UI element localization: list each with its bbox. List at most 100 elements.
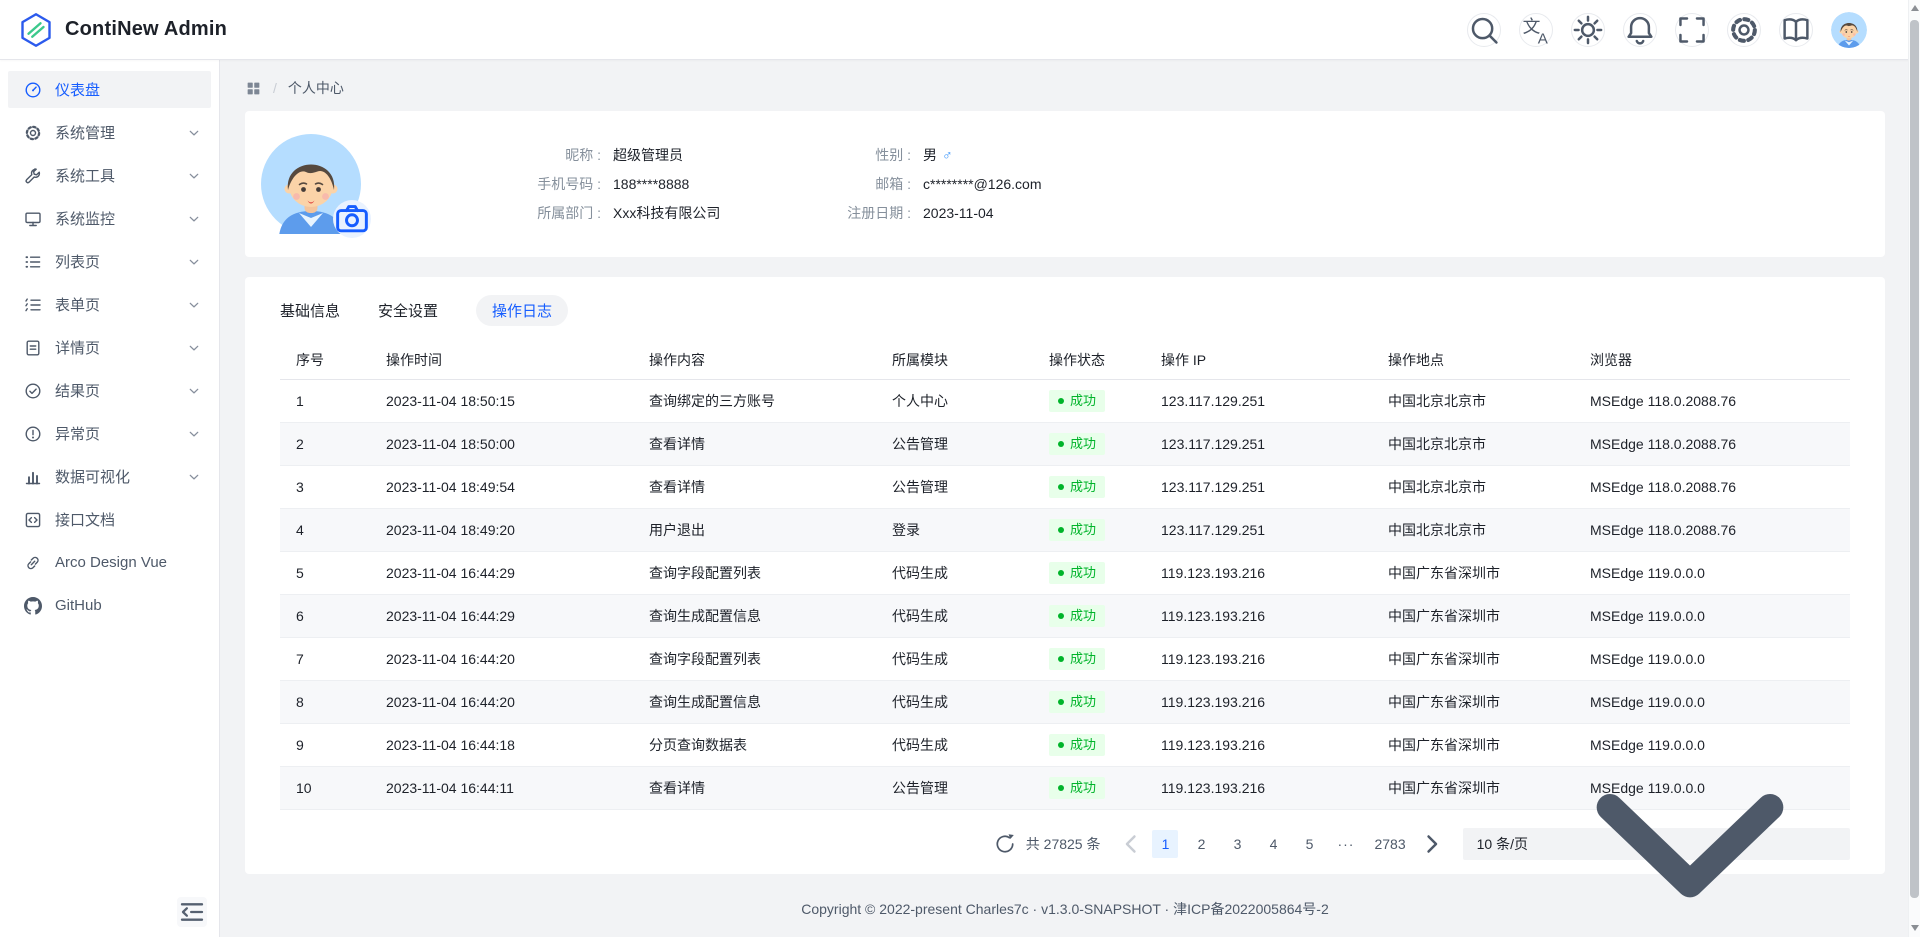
- status-dot-icon: [1058, 656, 1064, 662]
- sidebar-item-2[interactable]: 系统管理: [8, 114, 211, 151]
- sidebar-item-10[interactable]: 数据可视化: [8, 458, 211, 495]
- sidebar-collapse-button[interactable]: [177, 897, 207, 927]
- sidebar-item-11[interactable]: 接口文档: [8, 501, 211, 538]
- next-page-button[interactable]: [1419, 830, 1445, 858]
- sidebar-item-5[interactable]: 列表页: [8, 243, 211, 280]
- settings-icon[interactable]: [1727, 13, 1761, 47]
- sidebar-item-8[interactable]: 结果页: [8, 372, 211, 409]
- status-dot-icon: [1058, 484, 1064, 490]
- status-dot-icon: [1058, 785, 1064, 791]
- translate-icon[interactable]: 文A: [1519, 13, 1553, 47]
- pagination-ellipsis[interactable]: ···: [1332, 830, 1359, 858]
- status-badge: 成功: [1049, 648, 1105, 670]
- page-number-button[interactable]: 2: [1188, 830, 1214, 858]
- profile-info: 昵称 :超级管理员性别 :男♂手机号码 :188****8888邮箱 :c***…: [511, 145, 1042, 223]
- page-size-value: 10 条/页: [1477, 834, 1528, 854]
- page-number-button[interactable]: 5: [1296, 830, 1322, 858]
- status-badge: 成功: [1049, 562, 1105, 584]
- sidebar-item-1[interactable]: 仪表盘: [8, 71, 211, 108]
- table-row[interactable]: 6 2023-11-04 16:44:29 查询生成配置信息 代码生成 成功 1…: [280, 594, 1850, 637]
- footer-copyright: Copyright © 2022-present Charles7c · v1.…: [245, 881, 1885, 937]
- apps-grid-icon[interactable]: [245, 80, 262, 97]
- chevron-down-icon: [187, 298, 201, 312]
- table-row[interactable]: 7 2023-11-04 16:44:20 查询字段配置列表 代码生成 成功 1…: [280, 637, 1850, 680]
- column-header: 操作内容: [633, 341, 876, 379]
- wrench-icon: [24, 167, 42, 185]
- menu-fold-icon: [177, 897, 207, 927]
- breadcrumb: / 个人中心: [245, 73, 1885, 103]
- scrollbar-up-arrow[interactable]: [1911, 5, 1919, 11]
- result-icon: [24, 382, 42, 400]
- pagination: 共 27825 条 12345 ··· 2783 10 条/页: [280, 828, 1850, 860]
- fullscreen-icon[interactable]: [1675, 13, 1709, 47]
- breadcrumb-separator: /: [273, 80, 277, 96]
- profile-field-label: 性别 :: [815, 145, 911, 165]
- sidebar-menu: 仪表盘 系统管理 系统工具 系统监控 列表页 表单页 详情页 结果页 异常页 数…: [8, 71, 211, 624]
- status-badge: 成功: [1049, 734, 1105, 756]
- table-row[interactable]: 5 2023-11-04 16:44:29 查询字段配置列表 代码生成 成功 1…: [280, 551, 1850, 594]
- sidebar-item-6[interactable]: 表单页: [8, 286, 211, 323]
- app-window: ContiNew Admin 文A 仪表盘 系统管理 系统工具 系统监控 列表页: [0, 0, 1920, 937]
- page-number-button[interactable]: 2783: [1369, 830, 1410, 858]
- sidebar-item-3[interactable]: 系统工具: [8, 157, 211, 194]
- sidebar: 仪表盘 系统管理 系统工具 系统监控 列表页 表单页 详情页 结果页 异常页 数…: [0, 60, 220, 937]
- search-icon[interactable]: [1467, 13, 1501, 47]
- profile-avatar[interactable]: [261, 134, 361, 234]
- page-number-button[interactable]: 4: [1260, 830, 1286, 858]
- user-avatar[interactable]: [1831, 12, 1867, 48]
- status-dot-icon: [1058, 527, 1064, 533]
- scrollbar-thumb[interactable]: [1910, 20, 1919, 898]
- app-title: ContiNew Admin: [65, 18, 227, 41]
- dashboard-icon: [24, 81, 42, 99]
- notification-icon[interactable]: [1623, 13, 1657, 47]
- table-row[interactable]: 2 2023-11-04 18:50:00 查看详情 公告管理 成功 123.1…: [280, 422, 1850, 465]
- tab-2[interactable]: 安全设置: [378, 295, 438, 326]
- page-number-button-active[interactable]: 1: [1152, 830, 1178, 858]
- sidebar-item-12[interactable]: Arco Design Vue: [8, 544, 211, 581]
- profile-field-value: 超级管理员: [613, 145, 803, 165]
- sidebar-item-7[interactable]: 详情页: [8, 329, 211, 366]
- github-icon: [24, 597, 42, 615]
- sidebar-item-4[interactable]: 系统监控: [8, 200, 211, 237]
- page-size-select[interactable]: 10 条/页: [1463, 828, 1850, 860]
- pagination-pages: 12345 ··· 2783: [1152, 830, 1410, 858]
- brand[interactable]: ContiNew Admin: [18, 12, 227, 48]
- breadcrumb-current: 个人中心: [288, 78, 344, 98]
- status-dot-icon: [1058, 742, 1064, 748]
- status-badge: 成功: [1049, 519, 1105, 541]
- table-row[interactable]: 1 2023-11-04 18:50:15 查询绑定的三方账号 个人中心 成功 …: [280, 379, 1850, 422]
- status-dot-icon: [1058, 570, 1064, 576]
- scrollbar-down-arrow[interactable]: [1911, 925, 1919, 931]
- tab-3[interactable]: 操作日志: [476, 295, 568, 326]
- chevron-down-icon: [187, 427, 201, 441]
- table-header-row: 序号操作时间操作内容所属模块操作状态操作 IP操作地点浏览器: [280, 341, 1850, 379]
- status-badge: 成功: [1049, 476, 1105, 498]
- profile-field-value: 男♂: [923, 145, 1042, 165]
- chevron-down-icon: [187, 255, 201, 269]
- profile-field-label: 所属部门 :: [511, 203, 601, 223]
- theme-icon[interactable]: [1571, 13, 1605, 47]
- monitor-icon: [24, 210, 42, 228]
- status-badge: 成功: [1049, 605, 1105, 627]
- table-row[interactable]: 4 2023-11-04 18:49:20 用户退出 登录 成功 123.117…: [280, 508, 1850, 551]
- prev-page-button[interactable]: [1118, 830, 1144, 858]
- status-dot-icon: [1058, 441, 1064, 447]
- sidebar-item-9[interactable]: 异常页: [8, 415, 211, 452]
- camera-icon[interactable]: [333, 200, 371, 238]
- status-dot-icon: [1058, 613, 1064, 619]
- page-scrollbar[interactable]: [1908, 0, 1920, 937]
- pagination-total: 共 27825 条: [1026, 834, 1101, 854]
- column-header: 操作时间: [370, 341, 633, 379]
- refresh-icon[interactable]: [994, 833, 1016, 855]
- chevron-down-icon: [187, 126, 201, 140]
- table-row[interactable]: 3 2023-11-04 18:49:54 查看详情 公告管理 成功 123.1…: [280, 465, 1850, 508]
- status-dot-icon: [1058, 398, 1064, 404]
- sidebar-item-13[interactable]: GitHub: [8, 587, 211, 624]
- chevron-down-icon: [187, 212, 201, 226]
- status-badge: 成功: [1049, 433, 1105, 455]
- page-number-button[interactable]: 3: [1224, 830, 1250, 858]
- docs-icon[interactable]: [1779, 13, 1813, 47]
- tab-1[interactable]: 基础信息: [280, 295, 340, 326]
- status-dot-icon: [1058, 699, 1064, 705]
- profile-field-label: 注册日期 :: [815, 203, 911, 223]
